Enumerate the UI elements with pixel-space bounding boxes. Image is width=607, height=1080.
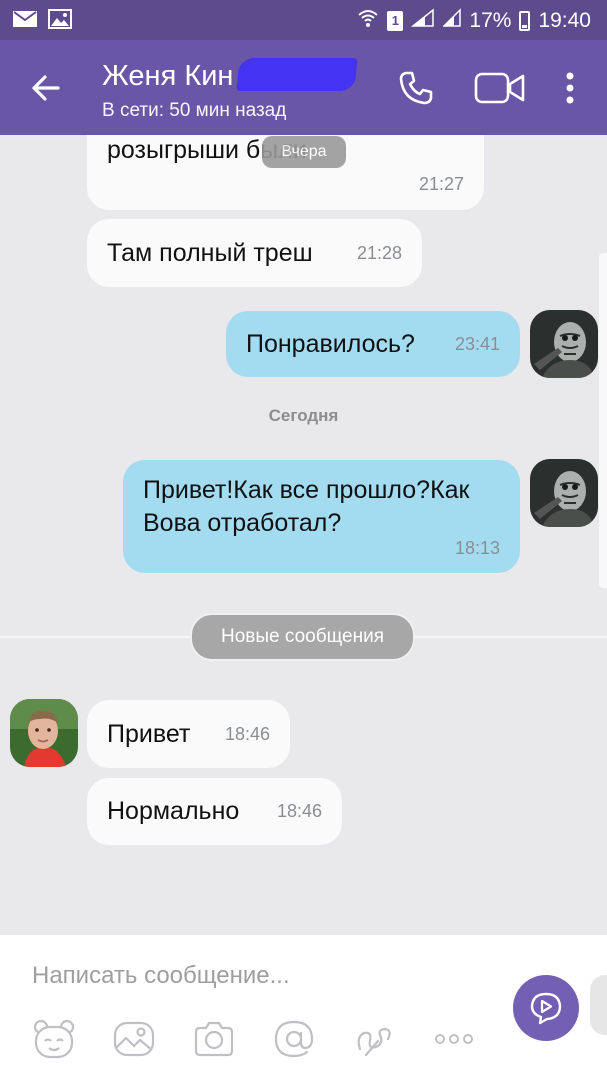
new-messages-label: Новые сообщения — [190, 613, 415, 661]
message-text: Понравилось? — [246, 330, 415, 358]
message-time: 18:46 — [276, 801, 322, 821]
message-bubble-outgoing[interactable]: Понравилось? 23:41 — [226, 311, 520, 377]
signal-strength-icon — [411, 8, 435, 34]
date-overlay-pill: Вчера — [262, 136, 346, 168]
message-list[interactable]: розыгрыши были 21:27 Вчера Там полный тр… — [0, 135, 607, 935]
image-notification-icon — [48, 9, 72, 34]
avatar-image — [530, 310, 598, 378]
arrow-left-icon — [32, 75, 60, 101]
message-bubble-outgoing[interactable]: Привет!Как все прошло?Как Вова отработал… — [123, 460, 520, 573]
avatar-image — [530, 459, 598, 527]
camera-button[interactable] — [192, 1019, 236, 1059]
status-bar: 1 17% 19:40 — [0, 0, 607, 40]
avatar-image — [10, 699, 78, 767]
message-time: 21:28 — [356, 243, 402, 263]
message-time: 21:27 — [418, 174, 464, 194]
scrollbar[interactable] — [599, 253, 607, 588]
clock: 19:40 — [538, 9, 591, 32]
message-text: Там полный треш — [107, 239, 313, 267]
chat-header: Женя Кин В сети: 50 мин назад — [0, 40, 607, 135]
message-bubble-incoming[interactable]: Привет 18:46 — [87, 700, 290, 768]
my-avatar[interactable] — [530, 310, 598, 378]
sticker-bear-icon — [33, 1019, 75, 1059]
gallery-icon — [113, 1021, 155, 1057]
my-avatar[interactable] — [530, 459, 598, 527]
more-horizontal-icon — [435, 1034, 473, 1044]
video-camera-icon — [474, 72, 525, 104]
back-button[interactable] — [26, 68, 66, 108]
send-bubble-icon — [530, 992, 562, 1025]
notification-icons — [12, 9, 72, 34]
message-composer — [0, 935, 607, 1080]
more-attachments-button[interactable] — [432, 1019, 476, 1059]
battery-percent: 17% — [469, 9, 512, 32]
signal-strength-2-icon — [442, 8, 462, 34]
message-input[interactable] — [32, 959, 472, 993]
message-bubble-incoming[interactable]: Нормально 18:46 — [87, 778, 342, 845]
more-options-button[interactable] — [548, 66, 592, 110]
mention-icon — [274, 1020, 314, 1058]
side-panel-handle[interactable] — [590, 975, 607, 1035]
email-notification-icon — [12, 9, 38, 34]
message-time: 18:13 — [454, 538, 500, 558]
camera-icon — [194, 1021, 234, 1057]
battery-icon — [519, 11, 531, 31]
message-text: Нормально — [107, 797, 240, 825]
contact-last-seen: В сети: 50 мин назад — [102, 100, 287, 121]
contact-name[interactable]: Женя Кин — [102, 60, 233, 93]
wifi-icon — [357, 8, 379, 34]
call-button[interactable] — [394, 66, 438, 110]
sim-icon: 1 — [387, 11, 404, 31]
message-text: Привет — [107, 720, 191, 748]
date-separator: Сегодня — [268, 406, 339, 425]
message-time: 23:41 — [454, 334, 500, 354]
contact-avatar[interactable] — [10, 699, 78, 767]
doodle-icon — [357, 1027, 391, 1057]
doodle-button[interactable] — [352, 1019, 396, 1059]
phone-icon — [399, 71, 433, 105]
message-bubble-incoming[interactable]: Там полный треш 21:28 — [87, 219, 422, 287]
more-vertical-icon — [566, 72, 574, 104]
message-text: Привет!Как все прошло?Как Вова отработал… — [143, 476, 470, 537]
mention-button[interactable] — [272, 1019, 316, 1059]
gallery-button[interactable] — [112, 1019, 156, 1059]
redaction-mark — [236, 58, 358, 91]
sticker-button[interactable] — [32, 1019, 76, 1059]
message-time: 18:46 — [224, 724, 270, 744]
send-button[interactable] — [513, 975, 579, 1041]
video-call-button[interactable] — [474, 66, 526, 110]
